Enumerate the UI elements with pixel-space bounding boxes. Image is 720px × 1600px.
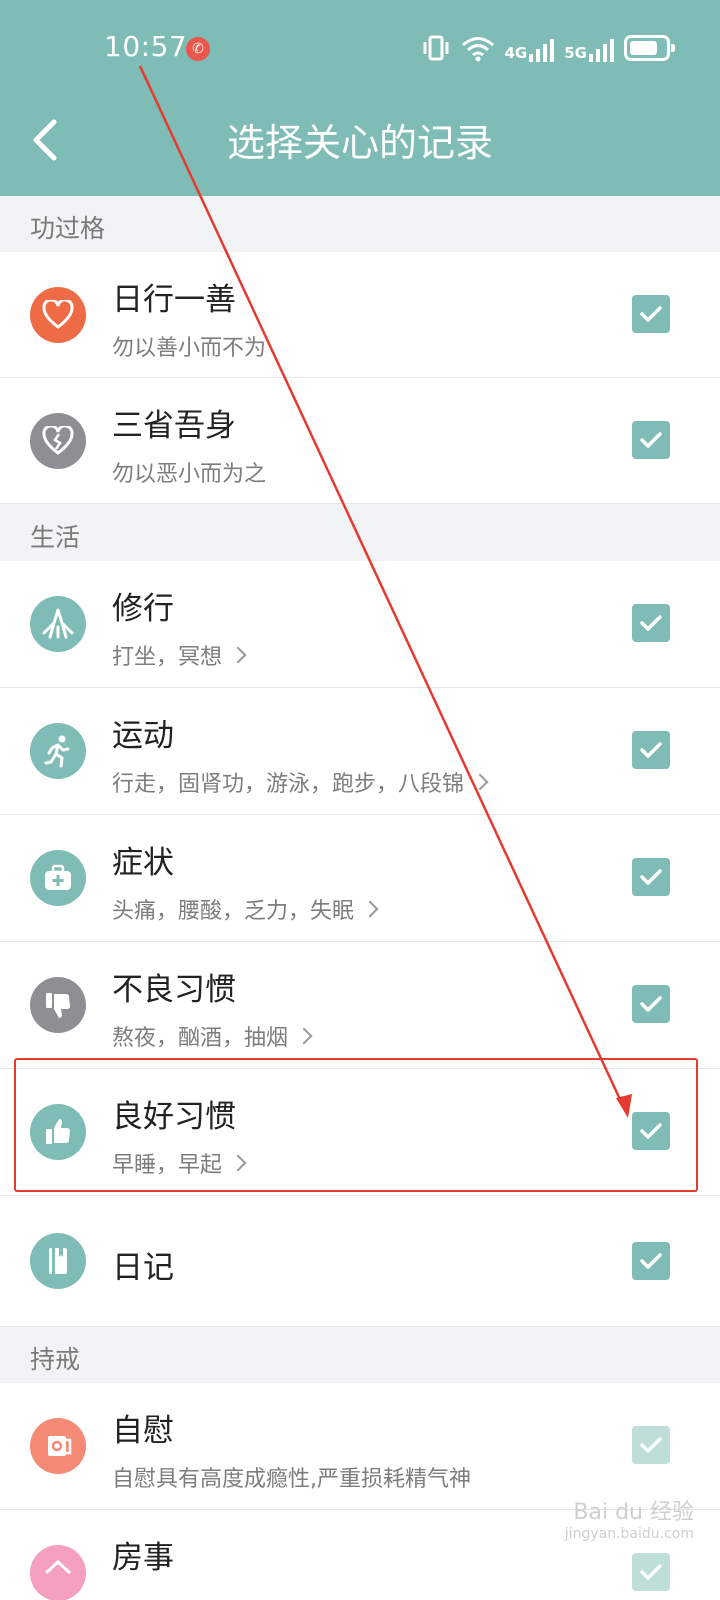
chevron-right-icon <box>295 1027 313 1045</box>
wifi-icon <box>461 34 495 62</box>
item-title: 修行 <box>112 591 174 627</box>
chevron-right-icon <box>229 646 247 664</box>
vibrate-icon <box>421 34 451 62</box>
watermark-url: jingyan.baidu.com <box>564 1526 694 1543</box>
tissue-roll-icon <box>30 1418 86 1474</box>
section-header-gongguoge: 功过格 <box>0 196 720 252</box>
home-icon <box>30 1545 86 1600</box>
network-4g-label: 4G <box>504 44 528 62</box>
checkbox[interactable] <box>632 985 670 1023</box>
list-item-xiuxing[interactable]: 修行 打坐，冥想 <box>0 561 720 688</box>
item-title: 房事 <box>112 1540 174 1576</box>
list-item-sanxingwushen[interactable]: 三省吾身 勿以恶小而为之 <box>0 378 720 504</box>
checkbox[interactable] <box>632 1242 670 1280</box>
check-icon <box>640 306 662 322</box>
item-subtitle: 勿以善小而不为 <box>112 336 267 361</box>
section-label: 功过格 <box>30 214 106 243</box>
item-title: 三省吾身 <box>112 408 236 444</box>
item-title: 日记 <box>112 1250 174 1286</box>
page-title: 选择关心的记录 <box>226 121 493 165</box>
diary-icon <box>30 1233 86 1289</box>
list-item-lianghaoxiguan[interactable]: 良好习惯 早睡，早起 <box>0 1069 720 1196</box>
check-icon <box>640 869 662 885</box>
checkbox[interactable] <box>632 1426 670 1464</box>
check-icon <box>640 742 662 758</box>
list-item-riji[interactable]: 日记 <box>0 1196 720 1327</box>
thumbs-up-icon <box>30 1104 86 1160</box>
battery-icon <box>624 35 675 61</box>
notification-icon: ✆ <box>186 37 210 61</box>
section-header-chijie: 持戒 <box>0 1327 720 1383</box>
chevron-right-icon <box>471 773 489 791</box>
checkbox[interactable] <box>632 295 670 333</box>
list-item-buliangxiguan[interactable]: 不良习惯 熬夜，酗酒，抽烟 <box>0 942 720 1069</box>
item-title: 自慰 <box>112 1413 174 1449</box>
checkbox[interactable] <box>632 421 670 459</box>
check-icon <box>640 1123 662 1139</box>
item-subtitle: 勿以恶小而为之 <box>112 462 267 487</box>
item-subtitle[interactable]: 头痛，腰酸，乏力，失眠 <box>112 893 379 925</box>
item-subtitle: 自慰具有高度成瘾性,严重损耗精气神 <box>112 1467 471 1492</box>
signal-5g-icon: 5G <box>564 34 614 62</box>
item-title: 不良习惯 <box>112 972 236 1008</box>
signal-4g-icon: 4G <box>505 34 555 62</box>
running-icon <box>30 723 86 779</box>
check-icon <box>640 615 662 631</box>
check-icon <box>640 1564 662 1580</box>
item-title: 症状 <box>112 845 174 881</box>
item-title: 良好习惯 <box>112 1099 236 1135</box>
item-subtitle[interactable]: 打坐，冥想 <box>112 639 247 671</box>
network-5g-label: 5G <box>564 44 587 62</box>
list-item-ziwei[interactable]: 自慰 自慰具有高度成瘾性,严重损耗精气神 <box>0 1383 720 1510</box>
chevron-right-icon <box>229 1154 247 1172</box>
list-item-yundong[interactable]: 运动 行走，固肾功，游泳，跑步，八段锦 <box>0 688 720 815</box>
item-subtitle[interactable]: 熬夜，酗酒，抽烟 <box>112 1020 313 1052</box>
check-icon <box>640 996 662 1012</box>
checkbox[interactable] <box>632 731 670 769</box>
checkbox[interactable] <box>632 1112 670 1150</box>
status-icons: 4G 5G <box>421 32 675 64</box>
checkbox[interactable] <box>632 1553 670 1591</box>
medkit-icon <box>30 850 86 906</box>
checkbox[interactable] <box>632 604 670 642</box>
watermark: Bai du 经验 jingyan.baidu.com <box>565 1500 694 1543</box>
list-item-rixingyishan[interactable]: 日行一善 勿以善小而不为 <box>0 252 720 378</box>
item-title: 日行一善 <box>112 282 236 318</box>
check-icon <box>640 1253 662 1269</box>
status-time: 10:57 <box>104 30 188 63</box>
section-label: 生活 <box>30 523 81 552</box>
thumbs-down-icon <box>30 977 86 1033</box>
meditation-icon <box>30 596 86 652</box>
check-icon <box>640 1437 662 1453</box>
item-subtitle[interactable]: 早睡，早起 <box>112 1147 247 1179</box>
section-header-shenghuo: 生活 <box>0 505 720 561</box>
chevron-right-icon <box>361 900 379 918</box>
broken-heart-icon <box>30 413 86 469</box>
check-icon <box>640 432 662 448</box>
item-subtitle[interactable]: 行走，固肾功，游泳，跑步，八段锦 <box>112 766 489 798</box>
item-title: 运动 <box>112 718 174 754</box>
list-item-zhengzhuang[interactable]: 症状 头痛，腰酸，乏力，失眠 <box>0 815 720 942</box>
watermark-logo: Bai du 经验 <box>573 1500 694 1525</box>
checkbox[interactable] <box>632 858 670 896</box>
section-label: 持戒 <box>30 1345 81 1374</box>
heart-icon <box>30 287 86 343</box>
app-header: 10:57 ✆ 4G 5G 选择关心的记录 <box>0 0 720 196</box>
